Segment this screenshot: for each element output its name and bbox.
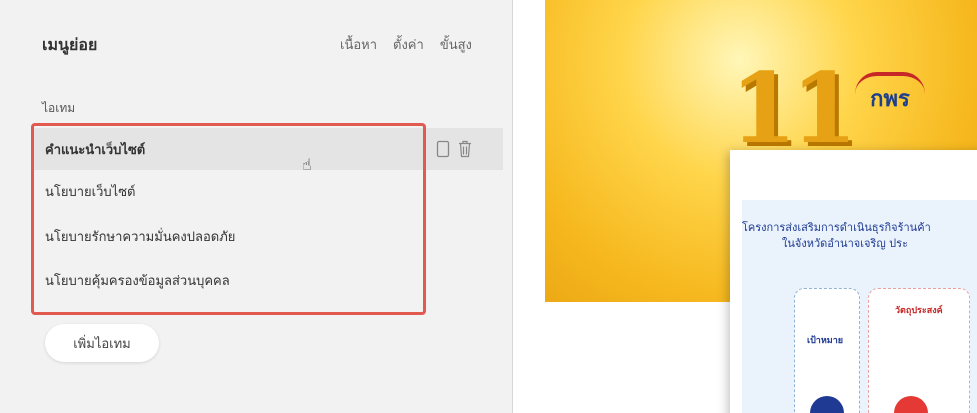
submenu-panel: เมนูย่อย เนื้อหา ตั้งค่า ขั้นสูง ไอเทม ค…	[0, 0, 513, 413]
list-item[interactable]: นโยบายเว็บไซต์	[31, 170, 503, 212]
hand-pointer-icon: ☝	[302, 155, 312, 174]
list-item[interactable]: นโยบายรักษาความมั่นคงปลอดภัย	[31, 215, 503, 257]
tab-settings[interactable]: ตั้งค่า	[393, 34, 424, 55]
list-item[interactable]: นโยบายคุ้มครองข้อมูลส่วนบุคคล	[31, 259, 503, 301]
infographic-image: โครงการส่งเสริมการดำเนินธุรกิจร้านค้า ใน…	[742, 200, 977, 413]
preview-area: 11 กพร โครงการส่งเสริมการดำเนินธุรกิจร้า…	[545, 0, 977, 413]
panel-title: เมนูย่อย	[42, 35, 98, 54]
popup-card: โครงการส่งเสริมการดำเนินธุรกิจร้านค้า ใน…	[730, 150, 977, 413]
logo: กพร	[855, 72, 925, 120]
list-item-label: นโยบายรักษาความมั่นคงปลอดภัย	[45, 229, 236, 245]
list-item[interactable]: คำแนะนำเว็บไซต์	[31, 128, 503, 170]
list-item-label: คำแนะนำเว็บไซต์	[45, 142, 146, 158]
section-label-items: ไอเทม	[42, 101, 76, 115]
list-item-label: นโยบายคุ้มครองข้อมูลส่วนบุคคล	[45, 273, 230, 289]
add-item-button[interactable]: เพิ่มไอเทม	[45, 324, 159, 362]
duplicate-icon[interactable]	[436, 140, 450, 158]
goal-label: เป้าหมาย	[807, 336, 844, 346]
infographic-subtitle: ในจังหวัดอำนาจเจริญ ประ	[782, 237, 908, 250]
trash-icon[interactable]	[458, 140, 472, 158]
objective-box: วัตถุประสงค์	[868, 288, 970, 413]
objective-label: วัตถุประสงค์	[895, 306, 943, 316]
list-item-label: นโยบายเว็บไซต์	[45, 184, 136, 200]
goal-box: เป้าหมาย	[794, 288, 860, 413]
banner-number: 11	[730, 52, 858, 165]
item-actions	[436, 140, 472, 158]
add-item-label: เพิ่มไอเทม	[73, 336, 131, 352]
panel-tabs: เนื้อหา ตั้งค่า ขั้นสูง	[340, 34, 472, 55]
tab-content[interactable]: เนื้อหา	[340, 34, 377, 55]
tab-advanced[interactable]: ขั้นสูง	[440, 34, 472, 55]
